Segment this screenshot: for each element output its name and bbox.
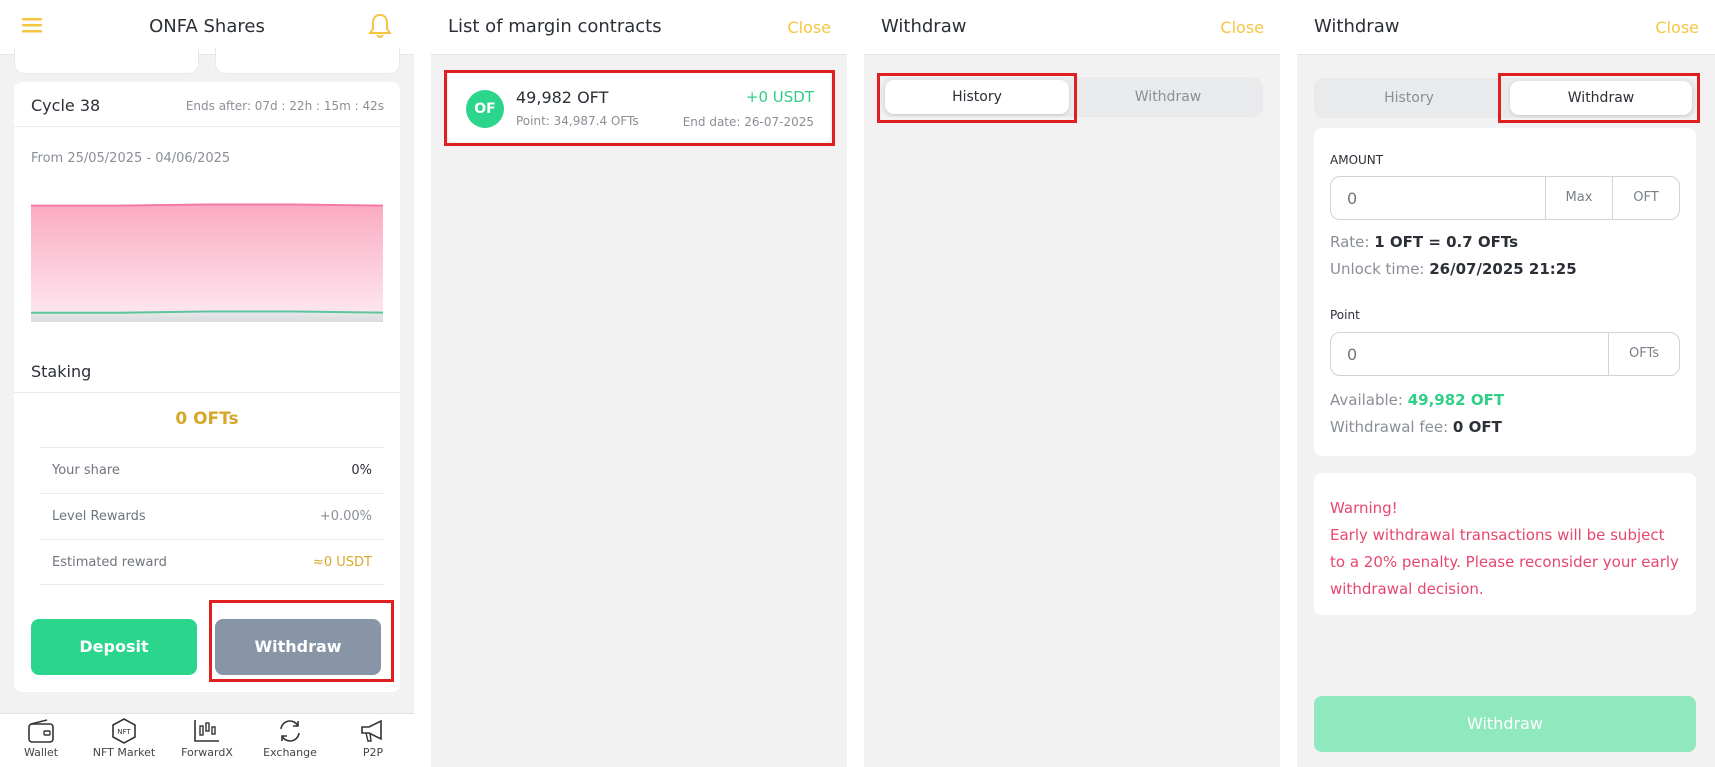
page-title: Withdraw — [1314, 16, 1400, 37]
header: Withdraw Close — [864, 0, 1280, 55]
row-value: 0% — [351, 463, 372, 478]
fee-info: Withdrawal fee: 0 OFT — [1330, 418, 1502, 436]
nav-item-wallet[interactable]: Wallet — [1, 718, 81, 759]
megaphone-icon — [361, 719, 382, 742]
nav-label: Wallet — [23, 746, 59, 759]
close-button[interactable]: Close — [1655, 18, 1699, 37]
summary-card-right — [215, 48, 400, 74]
withdraw-history-panel: Withdraw Close History Withdraw — [864, 0, 1280, 767]
unlock-value: 26/07/2025 21:25 — [1429, 260, 1577, 278]
cycle-date-range: From 25/05/2025 - 04/06/2025 — [31, 151, 231, 166]
nav-label: NFT Market — [92, 746, 156, 759]
amount-label: AMOUNT — [1330, 153, 1384, 167]
tab-withdraw[interactable]: Withdraw — [1077, 80, 1259, 114]
onfa-shares-panel: ONFA Shares Cycle 38 Ends after: 07d : 2… — [0, 0, 414, 767]
nav-item-nft-market[interactable]: NFT NFT Market — [84, 718, 164, 759]
withdraw-form-panel: Withdraw Close History Withdraw AMOUNT M… — [1297, 0, 1715, 767]
warning-message: Warning! Early withdrawal transactions w… — [1330, 495, 1682, 603]
chart-series-line-1 — [31, 203, 383, 207]
page-title: ONFA Shares — [149, 16, 265, 37]
rate-value: 1 OFT = 0.7 OFTs — [1374, 233, 1519, 251]
row-value: +0.00% — [319, 509, 372, 524]
nav-item-p2p[interactable]: P2P — [333, 718, 413, 759]
amount-field: Max OFT — [1330, 176, 1680, 220]
nav-label: P2P — [362, 746, 384, 759]
cycle-countdown: Ends after: 07d : 22h : 15m : 42s — [185, 99, 384, 113]
withdraw-form-card: AMOUNT Max OFT Rate: 1 OFT = 0.7 OFTs Un… — [1314, 128, 1696, 456]
margin-contracts-panel: List of margin contracts Close OF 49,982… — [431, 0, 847, 767]
page-title: List of margin contracts — [448, 16, 662, 37]
submit-withdraw-button[interactable]: Withdraw — [1314, 696, 1696, 752]
candlestick-icon — [194, 720, 219, 742]
exchange-icon — [280, 720, 300, 742]
table-row: Your share 0% — [40, 447, 384, 493]
nav-item-exchange[interactable]: Exchange — [250, 718, 330, 759]
staking-amount: 0 OFTs — [175, 409, 239, 429]
wallet-icon — [28, 719, 54, 743]
highlight-box — [1498, 73, 1700, 123]
highlight-box — [209, 600, 394, 682]
warning-card: Warning! Early withdrawal transactions w… — [1314, 473, 1696, 615]
close-button[interactable]: Close — [787, 18, 831, 37]
point-unit: OFTs — [1608, 333, 1679, 375]
bottom-nav: Wallet NFT NFT Market ForwardX Exchange … — [0, 713, 414, 767]
cycle-title: Cycle 38 — [31, 96, 101, 115]
tab-history[interactable]: History — [1318, 81, 1500, 115]
fee-value: 0 OFT — [1452, 418, 1502, 436]
deposit-button[interactable]: Deposit — [31, 619, 197, 675]
warning-title: Warning! — [1330, 499, 1398, 517]
row-label: Estimated reward — [52, 555, 167, 570]
summary-card-left — [14, 48, 199, 74]
staking-title: Staking — [31, 362, 92, 381]
nft-icon: NFT — [112, 718, 136, 744]
bell-icon[interactable] — [368, 12, 392, 40]
rate-info: Rate: 1 OFT = 0.7 OFTs — [1330, 233, 1519, 251]
close-button[interactable]: Close — [1220, 18, 1264, 37]
table-row: Estimated reward ≈0 USDT — [40, 539, 384, 585]
max-button[interactable]: Max — [1545, 177, 1612, 219]
chart-series-line-2 — [31, 310, 383, 314]
amount-unit: OFT — [1612, 177, 1679, 219]
available-info: Available: 49,982 OFT — [1330, 391, 1505, 409]
nav-label: ForwardX — [181, 746, 233, 759]
header: ONFA Shares — [0, 0, 414, 55]
unlock-info: Unlock time: 26/07/2025 21:25 — [1330, 260, 1577, 278]
point-label: Point — [1330, 308, 1360, 322]
chart-area-band — [31, 204, 383, 313]
row-value: ≈0 USDT — [312, 555, 372, 570]
highlight-box — [444, 70, 835, 146]
row-label: Level Rewards — [52, 509, 146, 524]
nav-label: Exchange — [263, 746, 317, 759]
row-label: Your share — [52, 463, 120, 478]
highlight-box — [877, 73, 1077, 123]
svg-text:NFT: NFT — [117, 728, 131, 736]
page-title: Withdraw — [881, 16, 967, 37]
available-value: 49,982 OFT — [1407, 391, 1505, 409]
header: List of margin contracts Close — [431, 0, 847, 55]
point-field: OFTs — [1330, 332, 1680, 376]
warning-text: Early withdrawal transactions will be su… — [1330, 526, 1679, 598]
table-row: Level Rewards +0.00% — [40, 493, 384, 539]
nav-item-forwardx[interactable]: ForwardX — [167, 718, 247, 759]
cycle-chart — [31, 203, 383, 322]
header: Withdraw Close — [1297, 0, 1715, 55]
